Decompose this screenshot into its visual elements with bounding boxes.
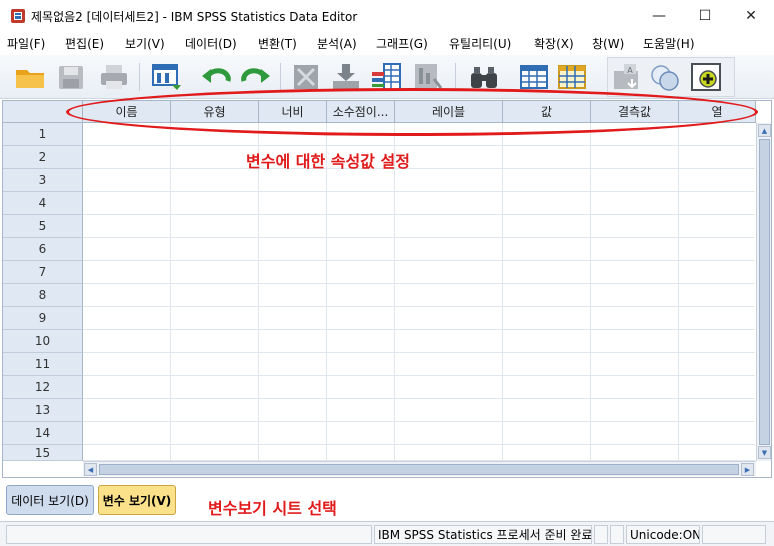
insert-cases-icon[interactable] (518, 61, 550, 93)
annotation-tab-note: 변수보기 시트 선택 (208, 499, 337, 518)
window-title: 제목없음2 [데이터세트2] - IBM SPSS Statistics Dat… (31, 10, 358, 24)
view-tabs: 데이터 보기(D) 변수 보기(V) 변수보기 시트 선택 (0, 480, 774, 520)
vertical-scrollbar[interactable]: ▲ ▼ (756, 123, 771, 461)
open-folder-icon[interactable] (14, 61, 46, 93)
table-row[interactable] (83, 353, 755, 376)
table-row[interactable] (83, 376, 755, 399)
menu-view[interactable]: 보기(V) (125, 35, 165, 52)
horizontal-scroll-thumb[interactable] (99, 464, 739, 475)
menu-file[interactable]: 파일(F) (7, 35, 45, 52)
status-segment (610, 525, 624, 544)
split-file-icon[interactable]: A (610, 61, 642, 93)
status-segment (594, 525, 608, 544)
insert-variable-icon[interactable] (556, 61, 588, 93)
weight-cases-icon[interactable] (649, 61, 681, 93)
vertical-scroll-thumb[interactable] (759, 139, 770, 445)
row-header[interactable]: 2 (3, 146, 83, 169)
scroll-right-icon[interactable]: ▶ (741, 463, 754, 476)
undo-icon[interactable] (200, 61, 232, 93)
table-row[interactable] (83, 192, 755, 215)
redo-icon[interactable] (240, 61, 272, 93)
tab-data-view[interactable]: 데이터 보기(D) (6, 485, 94, 515)
maximize-button[interactable]: ☐ (682, 0, 728, 31)
save-icon[interactable] (55, 61, 87, 93)
menu-analyze[interactable]: 분석(A) (317, 35, 357, 52)
table-row[interactable] (83, 307, 755, 330)
processor-status: IBM SPSS Statistics 프로세서 준비 완료 (374, 525, 592, 544)
menu-window[interactable]: 창(W) (592, 35, 624, 52)
value-labels-icon[interactable] (690, 61, 722, 93)
horizontal-scrollbar[interactable]: ◀ ▶ (83, 461, 756, 476)
svg-text:A: A (627, 66, 633, 75)
row-header[interactable]: 15 (3, 445, 83, 461)
row-header[interactable]: 6 (3, 238, 83, 261)
row-header[interactable]: 5 (3, 215, 83, 238)
status-bar: IBM SPSS Statistics 프로세서 준비 완료 Unicode:O… (0, 521, 774, 546)
toolbar-separator (280, 63, 281, 91)
row-header[interactable]: 10 (3, 330, 83, 353)
table-row[interactable] (83, 445, 755, 461)
menu-utilities[interactable]: 유틸리티(U) (449, 35, 511, 52)
status-segment (6, 525, 372, 544)
row-header[interactable]: 8 (3, 284, 83, 307)
recall-dialog-icon[interactable] (150, 61, 182, 93)
menu-data[interactable]: 데이터(D) (185, 35, 237, 52)
row-header[interactable]: 14 (3, 422, 83, 445)
table-row[interactable] (83, 146, 755, 169)
table-row[interactable] (83, 169, 755, 192)
menu-extensions[interactable]: 확장(X) (534, 35, 574, 52)
minimize-button[interactable]: — (636, 0, 682, 31)
row-header[interactable]: 11 (3, 353, 83, 376)
annotation-ellipse (66, 88, 758, 136)
menu-transform[interactable]: 변환(T) (258, 35, 297, 52)
spss-app-icon (11, 9, 25, 23)
close-button[interactable]: ✕ (728, 0, 774, 31)
table-row[interactable] (83, 422, 755, 445)
row-header[interactable]: 12 (3, 376, 83, 399)
print-icon[interactable] (98, 61, 130, 93)
menu-bar: 파일(F) 편집(E) 보기(V) 데이터(D) 변환(T) 분석(A) 그래프… (0, 31, 774, 55)
tab-variable-view[interactable]: 변수 보기(V) (98, 485, 176, 515)
toolbar-separator (455, 63, 456, 91)
row-header[interactable]: 3 (3, 169, 83, 192)
scroll-up-icon[interactable]: ▲ (758, 124, 771, 137)
annotation-header-note: 변수에 대한 속성값 설정 (246, 152, 410, 171)
row-header[interactable]: 9 (3, 307, 83, 330)
table-row[interactable] (83, 330, 755, 353)
menu-edit[interactable]: 편집(E) (65, 35, 104, 52)
table-row[interactable] (83, 215, 755, 238)
scroll-left-icon[interactable]: ◀ (84, 463, 97, 476)
row-header[interactable]: 7 (3, 261, 83, 284)
table-row[interactable] (83, 284, 755, 307)
title-bar: 제목없음2 [데이터세트2] - IBM SPSS Statistics Dat… (0, 0, 774, 31)
table-row[interactable] (83, 261, 755, 284)
toolbar-separator (139, 63, 140, 91)
menu-help[interactable]: 도움말(H) (643, 35, 695, 52)
row-header[interactable]: 13 (3, 399, 83, 422)
table-row[interactable] (83, 238, 755, 261)
row-header[interactable]: 1 (3, 123, 83, 146)
status-segment (702, 525, 766, 544)
row-header[interactable]: 4 (3, 192, 83, 215)
unicode-status: Unicode:ON (626, 525, 700, 544)
scroll-down-icon[interactable]: ▼ (758, 446, 771, 459)
table-row[interactable] (83, 399, 755, 422)
menu-graphs[interactable]: 그래프(G) (376, 35, 428, 52)
